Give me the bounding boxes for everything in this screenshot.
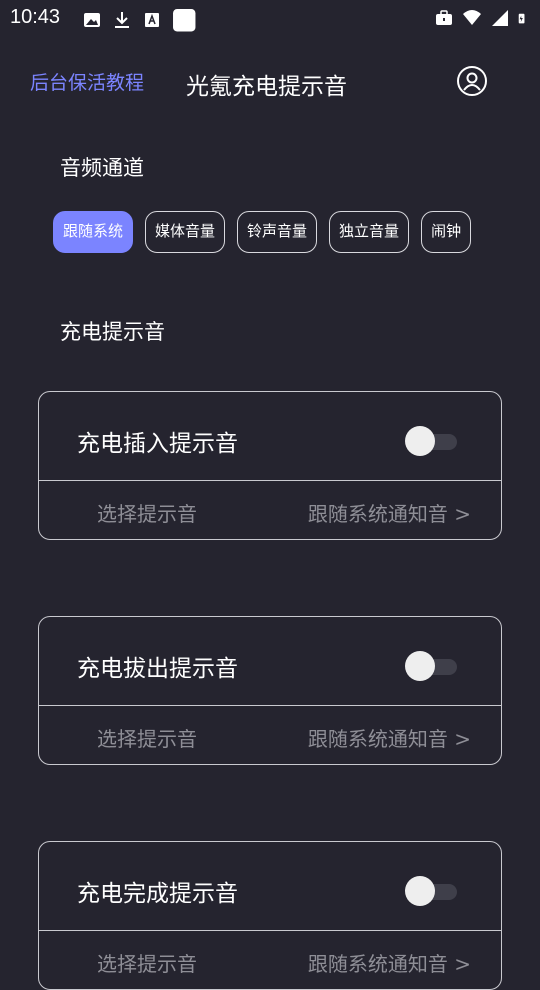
download-icon bbox=[115, 12, 129, 28]
select-tone-value[interactable]: 跟随系统通知音 > bbox=[308, 498, 471, 527]
wifi-icon bbox=[463, 10, 481, 25]
user-icon[interactable] bbox=[457, 66, 487, 96]
charge-tones-title: 充电提示音 bbox=[60, 320, 165, 344]
channel-independent-volume[interactable]: 独立音量 bbox=[329, 211, 410, 253]
tone-card-complete: 充电完成提示音 选择提示音 跟随系统通知音 > bbox=[38, 841, 502, 990]
audio-channel-title: 音频通道 bbox=[60, 156, 144, 180]
tone-card-unplug: 充电拔出提示音 选择提示音 跟随系统通知音 > bbox=[38, 616, 502, 765]
divider bbox=[39, 705, 501, 706]
tone-card-label: 充电拔出提示音 bbox=[77, 656, 238, 682]
select-tone-label: 选择提示音 bbox=[97, 952, 197, 976]
channel-media-volume[interactable]: 媒体音量 bbox=[145, 211, 226, 253]
plug-in-toggle[interactable] bbox=[405, 426, 457, 456]
channel-alarm[interactable]: 闹钟 bbox=[421, 211, 472, 253]
image-icon bbox=[84, 13, 100, 27]
divider bbox=[39, 930, 501, 931]
divider bbox=[39, 480, 501, 481]
select-tone-label: 选择提示音 bbox=[97, 502, 197, 526]
tone-card-label: 充电插入提示音 bbox=[77, 431, 238, 457]
app-header: 后台保活教程 光氪充电提示音 bbox=[0, 58, 540, 106]
complete-toggle[interactable] bbox=[405, 876, 457, 906]
channel-ringtone-volume[interactable]: 铃声音量 bbox=[237, 211, 318, 253]
channel-follow-system[interactable]: 跟随系统 bbox=[53, 211, 134, 253]
tone-card-plug-in: 充电插入提示音 选择提示音 跟随系统通知音 > bbox=[38, 391, 502, 540]
select-tone-label: 选择提示音 bbox=[97, 727, 197, 751]
select-tone-value[interactable]: 跟随系统通知音 > bbox=[308, 948, 471, 977]
toggle-knob bbox=[405, 651, 435, 681]
status-bar: 10:43 bbox=[0, 0, 540, 38]
status-time: 10:43 bbox=[10, 6, 61, 28]
font-icon bbox=[145, 13, 159, 27]
toggle-knob bbox=[405, 876, 435, 906]
briefcase-icon bbox=[436, 10, 452, 25]
unplug-toggle[interactable] bbox=[405, 651, 457, 681]
square-icon bbox=[173, 9, 196, 32]
tone-card-label: 充电完成提示音 bbox=[77, 881, 238, 907]
toggle-knob bbox=[405, 426, 435, 456]
battery-charging-icon bbox=[518, 13, 525, 24]
select-tone-value[interactable]: 跟随系统通知音 > bbox=[308, 723, 471, 752]
page-title: 光氪充电提示音 bbox=[186, 74, 347, 100]
audio-channel-options: 跟随系统 媒体音量 铃声音量 独立音量 闹钟 bbox=[53, 211, 495, 253]
tutorial-link[interactable]: 后台保活教程 bbox=[30, 68, 144, 95]
signal-icon bbox=[492, 10, 508, 26]
